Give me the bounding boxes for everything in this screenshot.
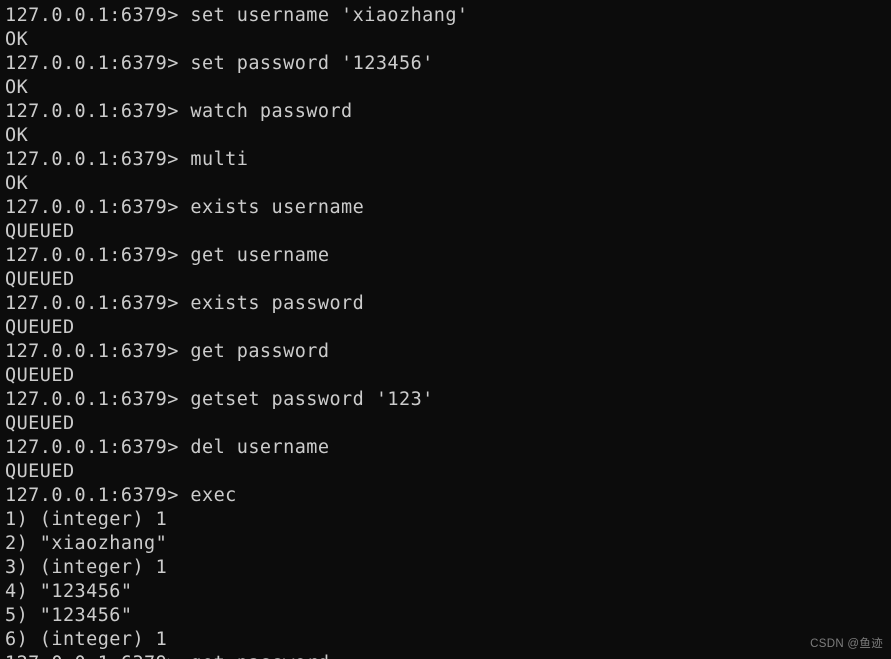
- terminal-line: 3) (integer) 1: [5, 557, 168, 578]
- terminal-line: QUEUED: [5, 413, 75, 434]
- terminal-line: OK: [5, 173, 29, 194]
- terminal-line: 127.0.0.1:6379> del username: [5, 437, 330, 458]
- terminal-line: 127.0.0.1:6379> exists password: [5, 293, 365, 314]
- terminal-line: 127.0.0.1:6379> exec: [5, 485, 237, 506]
- csdn-watermark: CSDN @鱼迹: [810, 638, 883, 650]
- terminal-line: QUEUED: [5, 269, 75, 290]
- terminal-line: QUEUED: [5, 461, 75, 482]
- terminal-line: OK: [5, 77, 29, 98]
- terminal-line: 127.0.0.1:6379> multi: [5, 149, 249, 170]
- terminal-line: 127.0.0.1:6379> get username: [5, 245, 330, 266]
- terminal-line: QUEUED: [5, 317, 75, 338]
- terminal-line: 127.0.0.1:6379> set password '123456': [5, 53, 434, 74]
- terminal-line: QUEUED: [5, 365, 75, 386]
- terminal-line: 127.0.0.1:6379> get password: [5, 652, 891, 659]
- terminal-line: 4) "123456": [5, 581, 133, 602]
- terminal-line: OK: [5, 125, 29, 146]
- terminal-line: OK: [5, 29, 29, 50]
- terminal-line: 2) "xiaozhang": [5, 533, 168, 554]
- terminal-window[interactable]: 127.0.0.1:6379> set username 'xiaozhang'…: [0, 0, 891, 659]
- terminal-line: 127.0.0.1:6379> watch password: [5, 101, 353, 122]
- terminal-line: QUEUED: [5, 221, 75, 242]
- terminal-line: 127.0.0.1:6379> get password: [5, 341, 330, 362]
- terminal-line: 1) (integer) 1: [5, 509, 168, 530]
- terminal-output: 127.0.0.1:6379> set username 'xiaozhang'…: [5, 4, 891, 659]
- terminal-line: 127.0.0.1:6379> set username 'xiaozhang': [5, 5, 469, 26]
- terminal-line: 127.0.0.1:6379> getset password '123': [5, 389, 434, 410]
- terminal-line: 5) "123456": [5, 605, 133, 626]
- terminal-line: 6) (integer) 1: [5, 629, 168, 650]
- terminal-line: 127.0.0.1:6379> exists username: [5, 197, 365, 218]
